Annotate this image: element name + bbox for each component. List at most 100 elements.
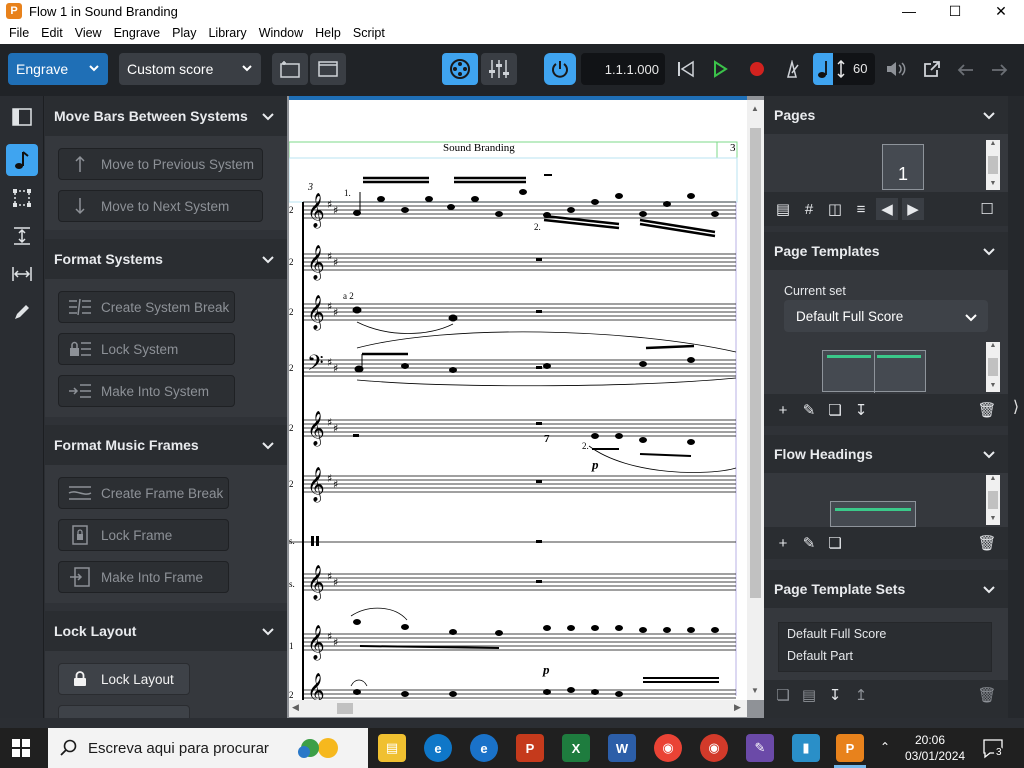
current-set-dropdown[interactable]: Default Full Score	[784, 300, 988, 332]
score-page[interactable]: 𝄞 𝄞 𝄞 𝄢 𝄞 𝄞 𝄞 𝄞 𝄞 ♯ ♯ ♯ ♯ ♯ ♯ ♯ ♯ ♯ ♯ ♯ ♯ ♯ ♯ ♯…	[289, 96, 747, 700]
redo-button[interactable]	[988, 58, 1010, 80]
next-page-icon[interactable]: ▶	[902, 198, 924, 220]
maximize-button[interactable]: ☐	[932, 0, 978, 22]
section-lock-layout-header[interactable]: Lock Layout	[45, 611, 287, 651]
scroll-up-icon[interactable]: ▲	[751, 104, 759, 113]
internet-explorer-icon[interactable]: e	[470, 734, 498, 762]
page-template-sets-section-header[interactable]: Page Template Sets	[764, 570, 1008, 608]
menu-edit[interactable]: Edit	[35, 26, 69, 40]
scroll-down-icon[interactable]: ▼	[751, 686, 759, 695]
notes-app-icon[interactable]: ▮	[792, 734, 820, 762]
trash-icon[interactable]: 🗑	[976, 399, 998, 421]
taskbar-search-input[interactable]: Escreva aqui para procurar	[48, 728, 368, 768]
activate-project-button[interactable]	[544, 53, 576, 85]
unlock-layout-button[interactable]	[58, 705, 190, 718]
templates-scrollbar[interactable]: ▲ ▼	[986, 342, 1000, 392]
lock-frame-button[interactable]: Lock Frame	[58, 519, 229, 551]
make-into-system-button[interactable]: Make Into System	[58, 375, 235, 407]
duplicate-icon[interactable]: ❏	[824, 399, 846, 421]
word-icon[interactable]: W	[608, 734, 636, 762]
export-icon[interactable]: ↥	[850, 684, 872, 706]
weather-widget-icon[interactable]	[290, 734, 346, 762]
note-spacing-tool[interactable]	[6, 258, 38, 290]
hide-panel-button[interactable]	[6, 101, 38, 133]
section-format-music-frames-header[interactable]: Format Music Frames	[45, 425, 287, 465]
minimize-button[interactable]: —	[886, 0, 932, 22]
flow-heading-thumbnail[interactable]	[830, 501, 916, 527]
rewind-to-start-button[interactable]	[675, 58, 697, 80]
mode-dropdown[interactable]: Engrave	[8, 53, 108, 85]
import-icon[interactable]: ↧	[850, 399, 872, 421]
pencil-icon[interactable]: ✎	[798, 532, 820, 554]
close-button[interactable]: ✕	[978, 0, 1024, 22]
page-template-icon[interactable]: ≡	[850, 198, 872, 220]
menu-window[interactable]: Window	[253, 26, 309, 40]
insert-page-icon[interactable]: ▤	[772, 198, 794, 220]
create-system-break-button[interactable]: Create System Break	[58, 291, 235, 323]
page-templates-section-header[interactable]: Page Templates	[764, 232, 1008, 270]
remove-override-icon[interactable]: ☐	[976, 198, 998, 220]
flow-headings-scrollbar[interactable]: ▲ ▼	[986, 475, 1000, 525]
menu-file[interactable]: File	[3, 26, 35, 40]
score-horizontal-scrollbar[interactable]: ◀ ▶	[289, 700, 747, 717]
scrollbar-thumb[interactable]	[337, 703, 353, 714]
trash-icon[interactable]: 🗑	[976, 684, 998, 706]
powerpoint-icon[interactable]: P	[516, 734, 544, 762]
move-to-previous-system-button[interactable]: Move to Previous System	[58, 148, 263, 180]
chevron-up-icon[interactable]: ⌃	[880, 740, 890, 754]
menu-library[interactable]: Library	[202, 26, 252, 40]
pages-section-header[interactable]: Pages	[764, 96, 1008, 134]
record-button[interactable]	[746, 58, 768, 80]
menu-engrave[interactable]: Engrave	[108, 26, 167, 40]
play-button[interactable]	[709, 58, 731, 80]
create-frame-break-button[interactable]: Create Frame Break	[58, 477, 229, 509]
paint-icon[interactable]: ✎	[746, 734, 774, 762]
score-vertical-scrollbar[interactable]: ▲ ▼	[747, 100, 764, 700]
page-spread-icon[interactable]: ◫	[824, 198, 846, 220]
tempo-display[interactable]: 60	[813, 53, 875, 85]
file-explorer-icon[interactable]: ▤	[378, 734, 406, 762]
page-template-thumbnail[interactable]	[822, 350, 926, 393]
menu-play[interactable]: Play	[166, 26, 202, 40]
edge-browser-icon[interactable]: e	[424, 734, 452, 762]
page-number-change-icon[interactable]: #	[798, 198, 820, 220]
menu-view[interactable]: View	[69, 26, 108, 40]
section-format-systems-header[interactable]: Format Systems	[45, 239, 287, 279]
window-layout-button[interactable]	[310, 53, 346, 85]
system-clock[interactable]: 20:06 03/01/2024	[905, 732, 965, 764]
lock-layout-button[interactable]: Lock Layout	[58, 663, 190, 695]
trash-icon[interactable]: 🗑	[976, 532, 998, 554]
volume-button[interactable]	[885, 58, 907, 80]
menu-help[interactable]: Help	[309, 26, 347, 40]
scroll-right-icon[interactable]: ▶	[734, 702, 741, 713]
new-set-icon[interactable]: ❏	[772, 684, 794, 706]
duplicate-icon[interactable]: ❏	[824, 532, 846, 554]
move-to-next-system-button[interactable]: Move to Next System	[58, 190, 263, 222]
list-item[interactable]: Default Part	[787, 649, 853, 663]
add-icon[interactable]: +	[772, 399, 794, 421]
excel-icon[interactable]: X	[562, 734, 590, 762]
scroll-left-icon[interactable]: ◀	[292, 702, 299, 713]
duplicate-icon[interactable]: ▤	[798, 684, 820, 706]
add-icon[interactable]: +	[772, 532, 794, 554]
flow-headings-section-header[interactable]: Flow Headings	[764, 435, 1008, 473]
undo-button[interactable]	[955, 58, 977, 80]
frame-editing-tool[interactable]	[6, 182, 38, 214]
export-button[interactable]	[921, 58, 943, 80]
section-move-bars-header[interactable]: Move Bars Between Systems	[45, 96, 287, 136]
scrollbar-thumb[interactable]	[750, 128, 761, 598]
chrome-icon[interactable]: ◉	[654, 734, 682, 762]
pencil-icon[interactable]: ✎	[798, 399, 820, 421]
metronome-button[interactable]	[781, 58, 803, 80]
make-into-frame-button[interactable]: Make Into Frame	[58, 561, 229, 593]
previous-page-icon[interactable]: ◀	[876, 198, 898, 220]
lock-system-button[interactable]: Lock System	[58, 333, 235, 365]
chrome-profile-icon[interactable]: ◉	[700, 734, 728, 762]
import-icon[interactable]: ↧	[824, 684, 846, 706]
notification-center-icon[interactable]: 3	[982, 737, 1004, 759]
staff-spacing-tool[interactable]	[6, 220, 38, 252]
mixer-button[interactable]	[481, 53, 517, 85]
right-panel-expand-icon[interactable]: ⟩	[1008, 96, 1024, 718]
menu-script[interactable]: Script	[347, 26, 391, 40]
layout-dropdown[interactable]: Custom score	[119, 53, 261, 85]
